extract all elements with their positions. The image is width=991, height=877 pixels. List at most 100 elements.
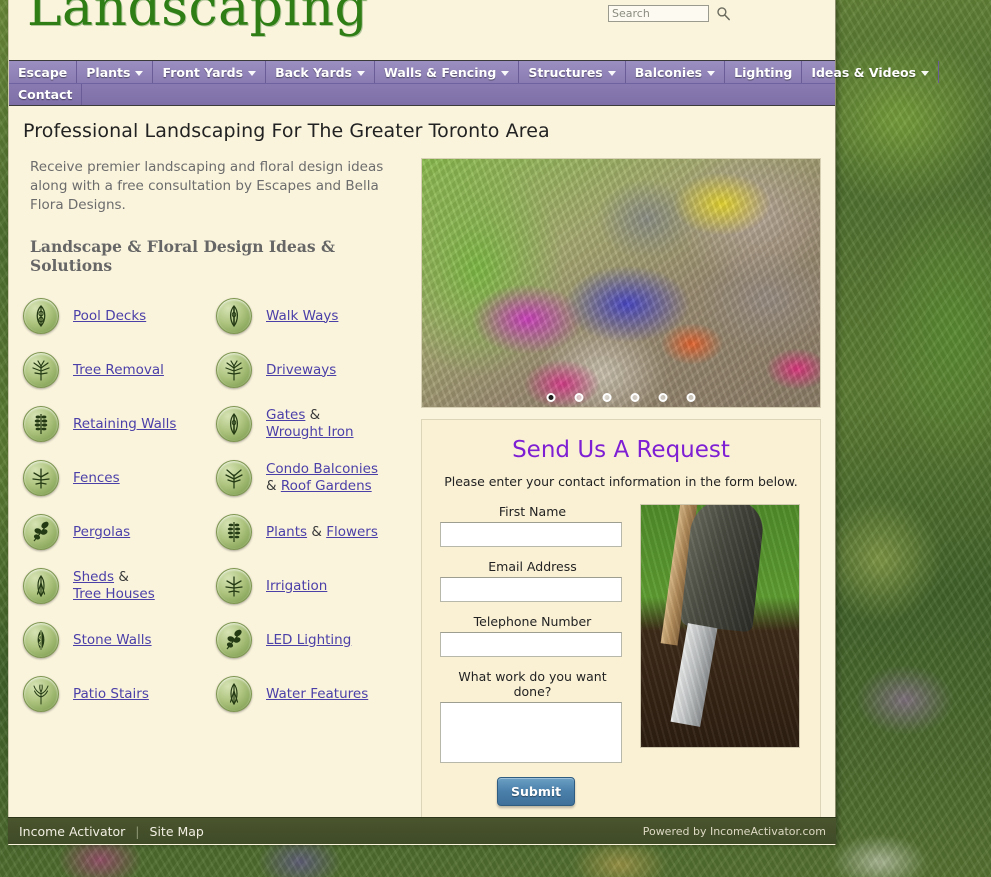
service-link-text: Driveways: [266, 362, 336, 379]
nav-item-ideas-videos[interactable]: Ideas & Videos: [802, 61, 940, 83]
list-item[interactable]: Pergolas: [23, 505, 216, 559]
leaf-icon[interactable]: [216, 406, 252, 442]
carousel-dot[interactable]: [658, 393, 668, 402]
list-item[interactable]: Driveways: [216, 343, 409, 397]
nav-item-walls-fencing[interactable]: Walls & Fencing: [375, 61, 520, 83]
list-item[interactable]: Condo Balconies & Roof Gardens: [216, 451, 409, 505]
list-item[interactable]: Pool Decks: [23, 289, 216, 343]
list-item[interactable]: Walk Ways: [216, 289, 409, 343]
footer-link-site-map[interactable]: Site Map: [150, 824, 204, 839]
search-input[interactable]: [608, 5, 709, 22]
leaf-icon[interactable]: [216, 514, 252, 550]
service-link-text: Pool Decks: [73, 308, 146, 325]
service-link[interactable]: Pool Decks: [73, 308, 146, 324]
service-link[interactable]: Plants: [266, 524, 307, 540]
list-item[interactable]: Water Features: [216, 667, 409, 721]
list-item[interactable]: Irrigation: [216, 559, 409, 613]
email-label: Email Address: [488, 559, 577, 574]
service-links-column-left: Pool Decks Tree Removal Retaining Walls …: [23, 289, 216, 721]
nav-item-escape[interactable]: Escape: [9, 61, 78, 83]
footer-separator: |: [135, 823, 140, 839]
list-item[interactable]: Stone Walls: [23, 613, 216, 667]
telephone-input[interactable]: [440, 632, 622, 657]
service-link[interactable]: Condo Balconies: [266, 461, 378, 477]
service-link[interactable]: Fences: [73, 470, 120, 486]
carousel-dot[interactable]: [574, 393, 584, 402]
leaf-icon[interactable]: [216, 298, 252, 334]
service-link[interactable]: Sheds: [73, 569, 114, 585]
service-link-text: Water Features: [266, 686, 368, 703]
service-link[interactable]: Irrigation: [266, 578, 327, 594]
section-heading: Landscape & Floral Design Ideas & Soluti…: [30, 237, 335, 275]
list-item[interactable]: Sheds & Tree Houses: [23, 559, 216, 613]
service-link[interactable]: Driveways: [266, 362, 336, 378]
carousel-dot[interactable]: [686, 393, 696, 402]
list-item[interactable]: Fences: [23, 451, 216, 505]
leaf-icon[interactable]: [216, 676, 252, 712]
leaf-icon[interactable]: [23, 568, 59, 604]
leaf-icon[interactable]: [23, 622, 59, 658]
list-item[interactable]: Plants & Flowers: [216, 505, 409, 559]
leaf-icon[interactable]: [23, 406, 59, 442]
nav-item-contact[interactable]: Contact: [9, 84, 83, 105]
carousel-dot[interactable]: [602, 393, 612, 402]
work-description-textarea[interactable]: [440, 702, 622, 763]
service-link[interactable]: Patio Stairs: [73, 686, 149, 702]
service-link[interactable]: Tree Removal: [73, 362, 164, 378]
service-link[interactable]: Flowers: [326, 524, 378, 540]
leaf-icon[interactable]: [216, 622, 252, 658]
nav-item-front-yards[interactable]: Front Yards: [153, 61, 267, 83]
spade-photo: [640, 504, 800, 748]
service-link[interactable]: Wrought Iron: [266, 424, 354, 440]
leaf-icon[interactable]: [216, 568, 252, 604]
nav-item-structures[interactable]: Structures: [519, 61, 626, 83]
service-link[interactable]: Retaining Walls: [73, 416, 176, 432]
form-title: Send Us A Request: [512, 437, 730, 463]
service-link-text: Fences: [73, 470, 120, 487]
service-link[interactable]: Water Features: [266, 686, 368, 702]
service-link[interactable]: Gates: [266, 407, 305, 423]
list-item[interactable]: Gates & Wrought Iron: [216, 397, 409, 451]
first-name-label: First Name: [498, 504, 567, 519]
carousel-dots: [546, 393, 696, 402]
nav-label: Plants: [86, 64, 131, 80]
leaf-icon[interactable]: [23, 460, 59, 496]
submit-row: Submit: [440, 777, 625, 806]
service-link-text: Sheds & Tree Houses: [73, 569, 155, 602]
service-link[interactable]: Pergolas: [73, 524, 130, 540]
email-field[interactable]: [440, 577, 622, 602]
nav-label: Contact: [18, 87, 73, 102]
carousel-dot[interactable]: [546, 393, 556, 402]
list-item[interactable]: Tree Removal: [23, 343, 216, 397]
leaf-icon[interactable]: [23, 352, 59, 388]
nav-label: Back Yards: [275, 64, 352, 80]
service-link[interactable]: Stone Walls: [73, 632, 152, 648]
carousel-dot[interactable]: [630, 393, 640, 402]
search-icon[interactable]: [716, 6, 731, 21]
list-item[interactable]: Patio Stairs: [23, 667, 216, 721]
leaf-icon[interactable]: [216, 460, 252, 496]
list-item[interactable]: LED Lighting: [216, 613, 409, 667]
nav-item-balconies[interactable]: Balconies: [626, 61, 726, 83]
leaf-icon[interactable]: [216, 352, 252, 388]
nav-item-lighting[interactable]: Lighting: [725, 61, 803, 83]
site-logo: Landscaping: [27, 0, 369, 38]
footer-link-income-activator[interactable]: Income Activator: [19, 824, 125, 839]
leaf-icon[interactable]: [23, 676, 59, 712]
service-link[interactable]: Tree Houses: [73, 586, 155, 602]
nav-item-plants[interactable]: Plants: [77, 61, 154, 83]
nav-label: Balconies: [634, 64, 703, 80]
page-title: Professional Landscaping For The Greater…: [23, 120, 550, 142]
service-link-text: Retaining Walls: [73, 416, 176, 433]
service-link[interactable]: Walk Ways: [266, 308, 338, 324]
leaf-icon[interactable]: [23, 298, 59, 334]
nav-item-back-yards[interactable]: Back Yards: [266, 61, 375, 83]
leaf-icon[interactable]: [23, 514, 59, 550]
service-link[interactable]: Roof Gardens: [281, 478, 372, 494]
service-link[interactable]: LED Lighting: [266, 632, 351, 648]
submit-button[interactable]: Submit: [497, 777, 576, 806]
page-content: Professional Landscaping For The Greater…: [9, 106, 835, 825]
service-link-text: Plants & Flowers: [266, 523, 378, 540]
first-name-input[interactable]: [440, 522, 622, 547]
list-item[interactable]: Retaining Walls: [23, 397, 216, 451]
